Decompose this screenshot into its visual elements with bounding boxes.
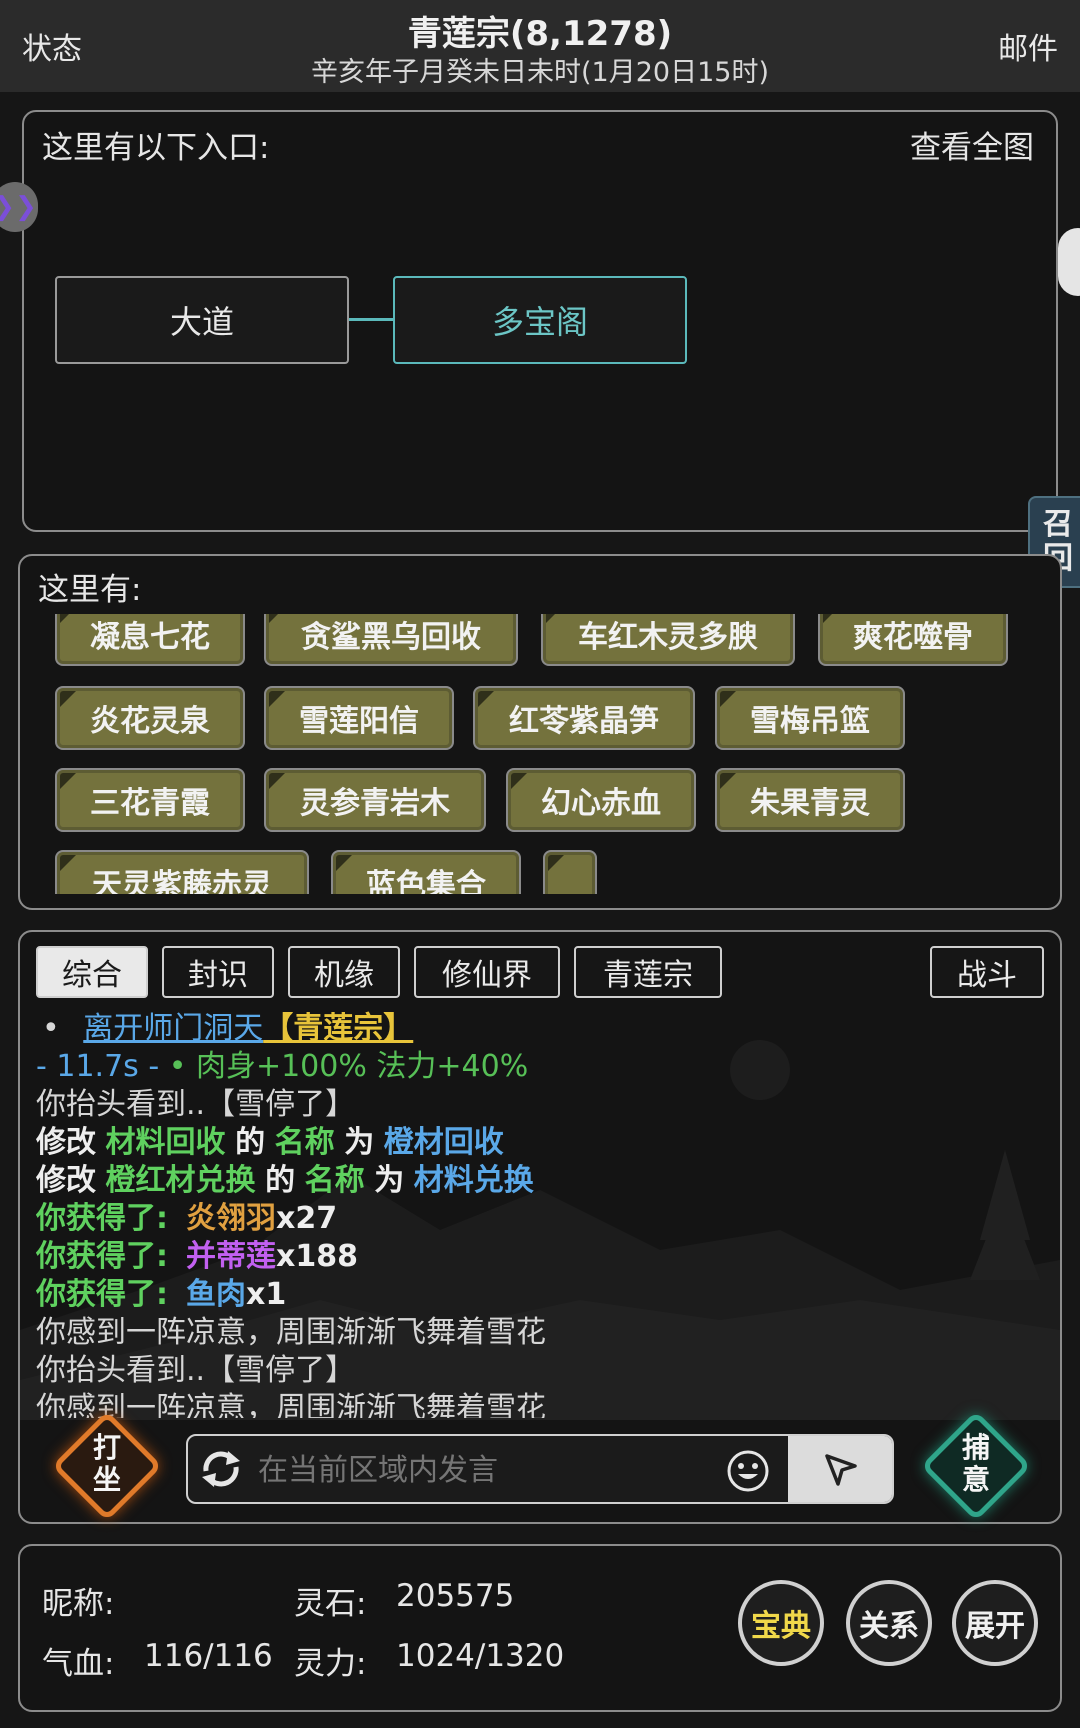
log-link[interactable]: 离开师门洞天 (69, 1011, 263, 1046)
message-log: • 离开师门洞天【青莲宗】 - 11.7s - • 肉身+100% 法力+40%… (36, 1010, 1036, 1418)
mail-button[interactable]: 邮件 (998, 24, 1058, 68)
item-chip[interactable]: 凝息七花 (57, 614, 243, 664)
item-chip[interactable]: 幻心赤血 (508, 770, 694, 830)
item-chip[interactable]: 三花青霞 (57, 770, 243, 830)
chat-input[interactable] (256, 1444, 710, 1496)
relations-button[interactable]: 关系 (846, 1580, 932, 1666)
log-buff: 肉身+100% 法力+40% (195, 1049, 529, 1084)
log-text: 橙红材兑换 (105, 1163, 256, 1198)
bullet: • (168, 1049, 187, 1084)
hp-label: 气血: (42, 1646, 115, 1682)
log-text: 你获得了: (36, 1239, 168, 1274)
emoji-icon[interactable] (726, 1449, 770, 1493)
item-chip[interactable]: 红苓紫晶笋 (475, 688, 693, 748)
log-line: • 离开师门洞天【青莲宗】 (42, 1010, 413, 1048)
bullet: • (42, 1011, 60, 1046)
mana-label: 灵力: (294, 1646, 367, 1682)
log-qty: x1 (246, 1277, 287, 1312)
item-chip[interactable]: 雪梅吊篮 (717, 688, 903, 748)
location-title: 青莲宗(8,1278) (407, 14, 673, 54)
log-text: 名称 (304, 1163, 365, 1198)
meditate-char-1: 打 (92, 1431, 121, 1464)
log-text: 为 (374, 1163, 405, 1198)
log-text: 的 (265, 1163, 296, 1198)
log-text: 修改 (36, 1163, 96, 1198)
here-title: 这里有: (38, 572, 142, 608)
log-line: 你抬头看到..【雪停了】 (36, 1353, 356, 1388)
log-text: 材料兑换 (413, 1163, 534, 1198)
log-timestamp: - 11.7s - (36, 1049, 160, 1084)
game-time: 辛亥年子月癸未日未时(1月20日15时) (311, 57, 769, 88)
codex-button[interactable]: 宝典 (738, 1580, 824, 1666)
log-qty: x188 (276, 1239, 358, 1274)
item-chip[interactable]: 车红木灵多腴 (543, 614, 793, 664)
log-line: 你获得了: 并蒂莲x188 (36, 1238, 358, 1276)
item-list: 凝息七花 贪鲨黑乌回收 车红木灵多腴 爽花噬骨 炎花灵泉 雪莲阳信 红苓紫晶笋 … (40, 614, 1040, 894)
log-line: 修改 材料回收 的 名称 为 橙材回收 (36, 1124, 504, 1162)
entrance-node-duobaoge[interactable]: 多宝阁 (393, 276, 687, 364)
log-item: 炎翎羽 (186, 1201, 276, 1236)
log-item: 并蒂莲 (186, 1239, 276, 1274)
log-text: 橙材回收 (383, 1125, 504, 1160)
log-text: 为 (344, 1125, 375, 1160)
item-chip[interactable] (545, 852, 595, 894)
log-item: 鱼肉 (186, 1277, 246, 1312)
log-qty: x27 (276, 1201, 338, 1236)
meditate-label: 打 坐 (67, 1432, 147, 1496)
log-line: - 11.7s - • 肉身+100% 法力+40% (36, 1048, 528, 1086)
capture-label: 捕 意 (936, 1432, 1016, 1496)
tab-jiyuan[interactable]: 机缘 (288, 946, 400, 998)
item-chip[interactable]: 爽花噬骨 (820, 614, 1006, 664)
item-chip[interactable]: 雪莲阳信 (266, 688, 452, 748)
view-full-map-button[interactable]: 查看全图 (910, 122, 1034, 167)
log-text: 的 (235, 1125, 266, 1160)
mana-value: 1024/1320 (396, 1638, 565, 1674)
log-text: 材料回收 (105, 1125, 226, 1160)
log-line: 你抬头看到..【雪停了】 (36, 1087, 356, 1122)
entrance-title: 这里有以下入口: (42, 130, 270, 166)
entrance-node-dadao[interactable]: 大道 (55, 276, 349, 364)
refresh-icon[interactable] (198, 1449, 244, 1489)
meditate-char-2: 坐 (92, 1463, 121, 1496)
log-line: 你获得了: 鱼肉x1 (36, 1276, 286, 1314)
recall-tab-char-1: 召 (1043, 507, 1073, 542)
expand-button[interactable]: 展开 (952, 1580, 1038, 1666)
capture-char-2: 意 (961, 1463, 990, 1496)
nickname-label: 昵称: (42, 1586, 115, 1622)
log-text: 名称 (274, 1125, 335, 1160)
log-line: 你感到一阵凉意，周围渐渐飞舞着雪花 (36, 1391, 546, 1418)
log-place[interactable]: 【青莲宗】 (263, 1011, 413, 1046)
item-chip[interactable]: 朱果青灵 (717, 770, 903, 830)
log-line: 修改 橙红材兑换 的 名称 为 材料兑换 (36, 1162, 534, 1200)
tab-xiuxianjie[interactable]: 修仙界 (414, 946, 560, 998)
item-chip[interactable]: 贪鲨黑乌回收 (266, 614, 516, 664)
tab-qinglianzong[interactable]: 青莲宗 (574, 946, 722, 998)
tab-general[interactable]: 综合 (36, 946, 148, 998)
side-avatar-icon[interactable] (1058, 228, 1080, 296)
item-chip[interactable]: 蓝色集合 (333, 852, 519, 894)
spirit-stone-label: 灵石: (294, 1586, 367, 1622)
tab-fengshi[interactable]: 封识 (162, 946, 274, 998)
hp-value: 116/116 (144, 1638, 273, 1674)
log-line: 你获得了: 炎翎羽x27 (36, 1200, 337, 1238)
tab-battle[interactable]: 战斗 (930, 946, 1044, 998)
spirit-stone-value: 205575 (396, 1578, 515, 1614)
log-line: 你感到一阵凉意，周围渐渐飞舞着雪花 (36, 1315, 546, 1350)
capture-char-1: 捕 (961, 1431, 990, 1464)
send-cursor-icon (825, 1454, 857, 1486)
log-text: 你获得了: (36, 1201, 168, 1236)
log-text: 你获得了: (36, 1277, 168, 1312)
map-connector-line (349, 318, 393, 321)
log-text: 修改 (36, 1125, 96, 1160)
item-chip[interactable]: 天灵紫藤赤灵 (57, 852, 307, 894)
item-chip[interactable]: 炎花灵泉 (57, 688, 243, 748)
item-chip[interactable]: 灵参青岩木 (266, 770, 484, 830)
